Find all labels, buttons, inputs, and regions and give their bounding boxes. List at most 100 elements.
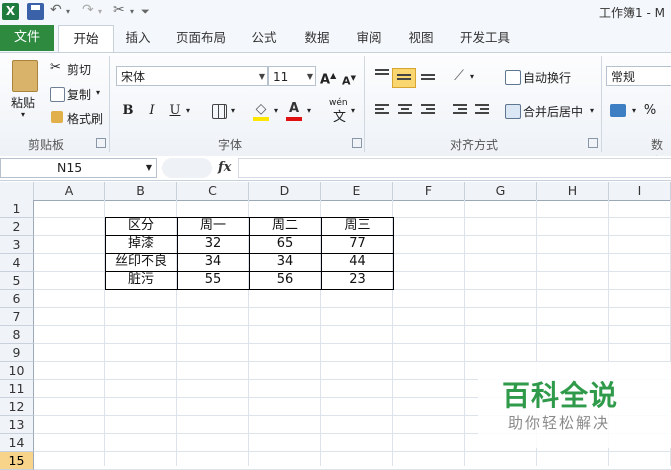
column-header-e[interactable]: E	[321, 182, 393, 200]
row-header-9[interactable]: 9	[0, 344, 34, 362]
merge-center-button[interactable]: 合并后居中	[523, 103, 583, 120]
orientation-icon[interactable]: ⟋	[450, 66, 468, 86]
table-cell[interactable]: 77	[321, 235, 394, 253]
row-header-14[interactable]: 14	[0, 434, 34, 452]
font-color-dropdown-icon[interactable]: ▾	[305, 101, 313, 121]
table-cell[interactable]: 65	[249, 235, 321, 253]
tab-file[interactable]: 文件	[0, 25, 54, 51]
column-header-c[interactable]: C	[177, 182, 249, 200]
table-cell[interactable]: 脏污	[105, 271, 177, 289]
font-name-combo[interactable]: 宋体 ▼	[116, 66, 268, 86]
tab-formulas[interactable]: 公式	[245, 25, 283, 51]
align-middle-button[interactable]	[392, 68, 416, 88]
row-header-1[interactable]: 1	[0, 200, 34, 218]
format-painter-button[interactable]: 格式刷	[67, 110, 103, 127]
undo-dropdown-icon[interactable]: ▾	[66, 7, 70, 16]
align-bottom-icon[interactable]	[421, 74, 435, 86]
cut-button[interactable]: 剪切	[67, 61, 91, 78]
increase-indent-icon[interactable]	[475, 104, 489, 116]
align-left-icon[interactable]	[375, 104, 389, 116]
row-header-12[interactable]: 12	[0, 398, 34, 416]
row-header-6[interactable]: 6	[0, 290, 34, 308]
tab-page-layout[interactable]: 页面布局	[170, 25, 232, 51]
table-cell[interactable]: 56	[249, 271, 321, 289]
cut-icon[interactable]: ✂	[50, 60, 61, 75]
borders-icon[interactable]	[212, 104, 227, 119]
column-header-h[interactable]: H	[537, 182, 609, 200]
save-icon[interactable]	[27, 3, 44, 20]
borders-dropdown-icon[interactable]: ▾	[229, 101, 237, 121]
row-header-2[interactable]: 2	[0, 218, 34, 236]
format-painter-icon[interactable]	[51, 111, 63, 123]
formula-input[interactable]	[238, 158, 671, 178]
alignment-launcher-icon[interactable]	[588, 138, 598, 148]
tab-data[interactable]: 数据	[297, 25, 337, 51]
paste-icon[interactable]	[12, 60, 38, 92]
font-launcher-icon[interactable]	[352, 138, 362, 148]
phonetic-dropdown-icon[interactable]: ▾	[349, 101, 357, 121]
tab-home[interactable]: 开始	[58, 25, 114, 53]
tools-dropdown-icon[interactable]: ▾	[130, 7, 134, 16]
tab-insert[interactable]: 插入	[118, 25, 158, 51]
column-header-i[interactable]: I	[609, 182, 671, 200]
table-cell[interactable]: 34	[177, 253, 249, 271]
row-header-13[interactable]: 13	[0, 416, 34, 434]
table-header-cell[interactable]: 周三	[321, 217, 394, 235]
clipboard-launcher-icon[interactable]	[96, 138, 106, 148]
row-header-11[interactable]: 11	[0, 380, 34, 398]
column-header-b[interactable]: B	[105, 182, 177, 200]
percent-button[interactable]: %	[642, 101, 658, 121]
table-cell[interactable]: 44	[321, 253, 394, 271]
paste-button[interactable]: 粘贴	[11, 94, 35, 111]
wrap-text-button[interactable]: 自动换行	[523, 69, 571, 86]
merge-center-icon[interactable]	[505, 104, 521, 119]
name-box[interactable]: N15 ▼	[0, 158, 157, 178]
align-right-icon[interactable]	[421, 104, 435, 116]
grow-font-icon[interactable]: A▲	[320, 66, 336, 87]
underline-button[interactable]: U	[167, 101, 183, 121]
scissors-icon[interactable]: ✂	[113, 2, 125, 18]
tab-developer[interactable]: 开发工具	[453, 25, 517, 51]
wrap-text-icon[interactable]	[505, 70, 521, 85]
redo-icon[interactable]: ↷	[82, 2, 94, 18]
underline-dropdown-icon[interactable]: ▾	[184, 101, 192, 121]
align-center-icon[interactable]	[398, 104, 412, 116]
tab-review[interactable]: 审阅	[349, 25, 389, 51]
currency-dropdown-icon[interactable]: ▾	[630, 101, 638, 121]
table-cell[interactable]: 23	[321, 271, 394, 289]
excel-app-icon[interactable]: X	[2, 3, 19, 20]
currency-icon[interactable]	[610, 104, 626, 117]
row-header-10[interactable]: 10	[0, 362, 34, 380]
italic-button[interactable]: I	[144, 101, 160, 121]
font-size-combo[interactable]: 11 ▼	[268, 66, 316, 86]
table-cell[interactable]: 34	[249, 253, 321, 271]
customize-toolbar-icon[interactable]: ⏷	[141, 5, 150, 19]
table-cell[interactable]: 掉漆	[105, 235, 177, 253]
row-header-5[interactable]: 5	[0, 272, 34, 290]
column-header-g[interactable]: G	[465, 182, 537, 200]
table-cell[interactable]: 55	[177, 271, 249, 289]
bold-button[interactable]: B	[120, 101, 136, 121]
row-header-15[interactable]: 15	[0, 452, 34, 470]
copy-button[interactable]: 复制	[67, 86, 91, 103]
align-top-icon[interactable]	[375, 69, 389, 81]
decrease-indent-icon[interactable]	[453, 104, 467, 116]
table-cell[interactable]: 丝印不良	[105, 253, 177, 271]
number-format-combo[interactable]: 常规	[606, 66, 671, 86]
table-cell[interactable]: 32	[177, 235, 249, 253]
column-header-d[interactable]: D	[249, 182, 321, 200]
column-header-a[interactable]: A	[34, 182, 105, 200]
copy-dropdown-icon[interactable]: ▾	[96, 88, 100, 97]
copy-icon[interactable]	[50, 87, 65, 102]
row-header-8[interactable]: 8	[0, 326, 34, 344]
column-header-f[interactable]: F	[393, 182, 465, 200]
insert-function-button[interactable]: fx	[218, 160, 231, 175]
merge-dropdown-icon[interactable]: ▾	[588, 101, 596, 121]
table-header-cell[interactable]: 区分	[105, 217, 177, 235]
phonetic-button[interactable]: 文	[333, 106, 346, 125]
orientation-dropdown-icon[interactable]: ▾	[468, 67, 476, 87]
undo-icon[interactable]: ↶	[50, 2, 62, 18]
row-header-3[interactable]: 3	[0, 236, 34, 254]
font-color-icon[interactable]: A	[286, 99, 302, 119]
table-header-cell[interactable]: 周二	[249, 217, 321, 235]
